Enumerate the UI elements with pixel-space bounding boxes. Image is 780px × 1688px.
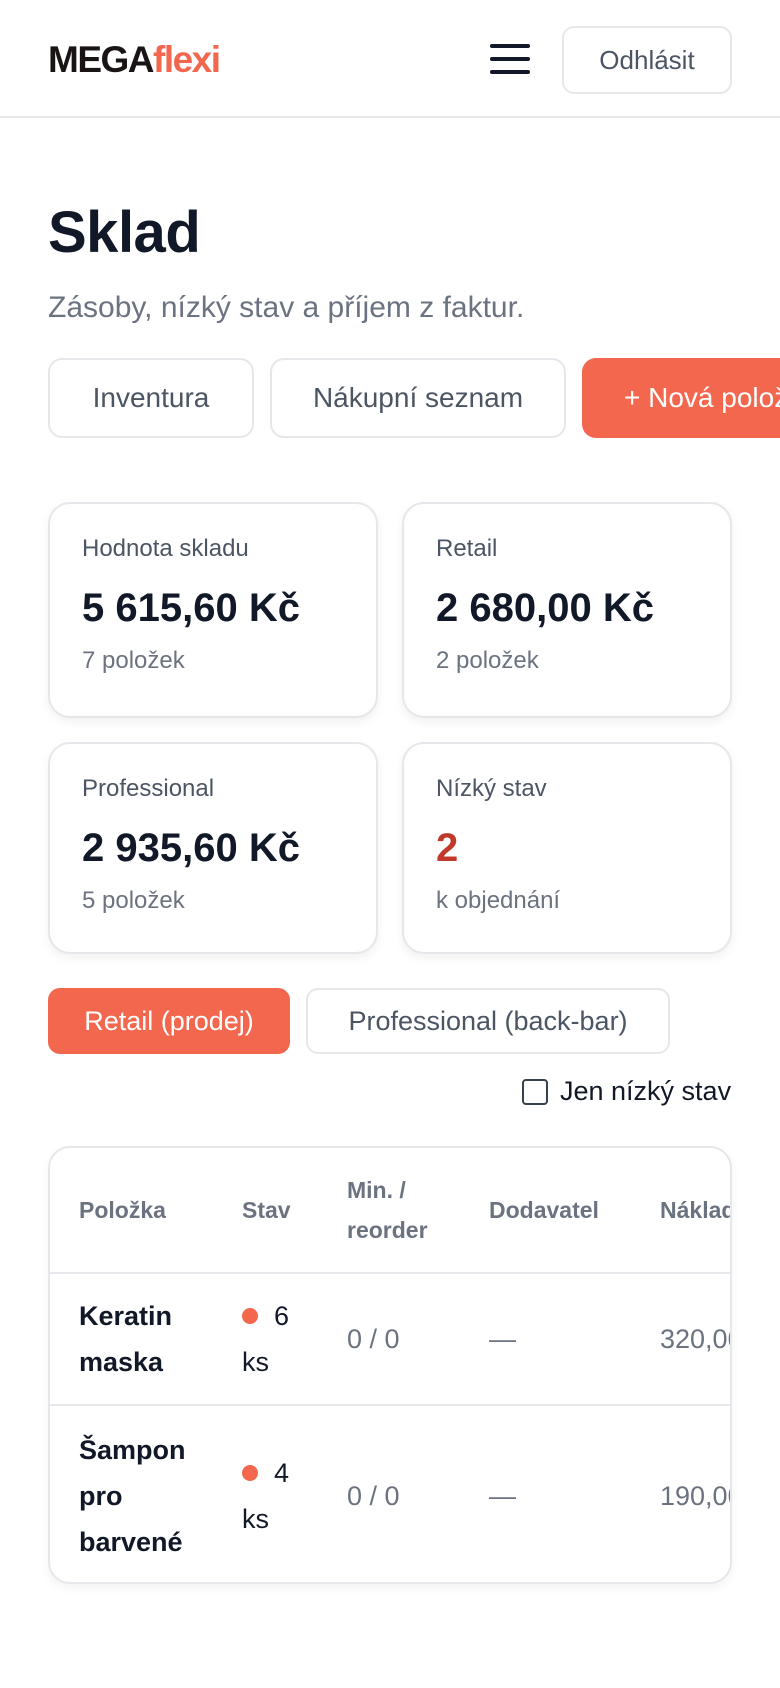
row-item-name[interactable]: Šampon pro barvené bbox=[79, 1406, 219, 1582]
stat-card-retail: Retail 2 680,00 Kč 2 položek bbox=[402, 502, 732, 718]
stat-card-professional: Professional 2 935,60 Kč 5 položek bbox=[48, 742, 378, 954]
stat-sub: 2 položek bbox=[436, 647, 539, 674]
stat-value: 2 680,00 Kč bbox=[436, 586, 654, 630]
shopping-list-button[interactable]: Nákupní seznam bbox=[270, 358, 566, 438]
stat-value: 5 615,60 Kč bbox=[82, 586, 300, 630]
row-cost: 190,00 bbox=[660, 1481, 730, 1511]
table-inner: Položka Stav Min. / reorder Dodavatel Ná… bbox=[50, 1148, 730, 1582]
row-min-reorder: 0 / 0 bbox=[347, 1481, 400, 1511]
logo-flexi: flexi bbox=[153, 39, 221, 80]
stat-value: 2 935,60 Kč bbox=[82, 826, 300, 870]
brand-logo[interactable]: MEGAflexi bbox=[48, 38, 221, 82]
hamburger-line bbox=[490, 70, 530, 74]
row-stock: 4 ks bbox=[242, 1406, 312, 1582]
inventory-button[interactable]: Inventura bbox=[48, 358, 254, 438]
tab-professional[interactable]: Professional (back-bar) bbox=[306, 988, 670, 1054]
hamburger-line bbox=[490, 57, 530, 61]
row-stock: 6 ks bbox=[242, 1274, 312, 1404]
stat-label: Professional bbox=[82, 775, 215, 802]
stat-label: Retail bbox=[436, 535, 498, 562]
new-item-button[interactable]: + Nová položka bbox=[582, 358, 780, 438]
hamburger-menu-icon[interactable] bbox=[488, 42, 532, 76]
column-header-cost[interactable]: Náklady bbox=[660, 1148, 730, 1272]
stat-label: Hodnota skladu bbox=[82, 535, 249, 562]
column-header-min-reorder[interactable]: Min. / reorder bbox=[347, 1148, 457, 1272]
column-header-stock[interactable]: Stav bbox=[242, 1148, 332, 1272]
stat-value-low-stock-count: 2 bbox=[436, 826, 459, 870]
stat-sub: k objednání bbox=[436, 887, 561, 914]
row-cost: 320,00 bbox=[660, 1324, 730, 1354]
column-header-item[interactable]: Položka bbox=[79, 1148, 229, 1272]
top-header: MEGAflexi Odhlásit bbox=[0, 0, 780, 118]
page-subtitle: Zásoby, nízký stav a příjem z faktur. bbox=[48, 291, 525, 324]
logout-button[interactable]: Odhlásit bbox=[562, 26, 732, 94]
row-supplier: — bbox=[489, 1324, 516, 1354]
low-stock-filter-label: Jen nízký stav bbox=[560, 1076, 732, 1106]
page-title: Sklad bbox=[48, 200, 201, 265]
row-supplier: — bbox=[489, 1481, 516, 1511]
row-item-name[interactable]: Keratin maska bbox=[79, 1274, 219, 1404]
logo-mega: MEGA bbox=[48, 39, 155, 80]
stat-sub: 7 položek bbox=[82, 647, 185, 674]
tab-retail[interactable]: Retail (prodej) bbox=[48, 988, 290, 1054]
column-header-supplier[interactable]: Dodavatel bbox=[489, 1148, 629, 1272]
inventory-table[interactable]: Položka Stav Min. / reorder Dodavatel Ná… bbox=[48, 1146, 732, 1584]
low-stock-checkbox[interactable] bbox=[522, 1078, 548, 1105]
status-dot-icon bbox=[242, 1307, 258, 1324]
stat-sub: 5 položek bbox=[82, 887, 185, 914]
stat-label: Nízký stav bbox=[436, 775, 547, 802]
hamburger-line bbox=[490, 44, 530, 48]
stat-card-low-stock: Nízký stav 2 k objednání bbox=[402, 742, 732, 954]
row-min-reorder: 0 / 0 bbox=[347, 1324, 400, 1354]
low-stock-filter[interactable]: Jen nízký stav bbox=[522, 1076, 731, 1107]
stat-card-stock-value: Hodnota skladu 5 615,60 Kč 7 položek bbox=[48, 502, 378, 718]
status-dot-icon bbox=[242, 1464, 258, 1481]
